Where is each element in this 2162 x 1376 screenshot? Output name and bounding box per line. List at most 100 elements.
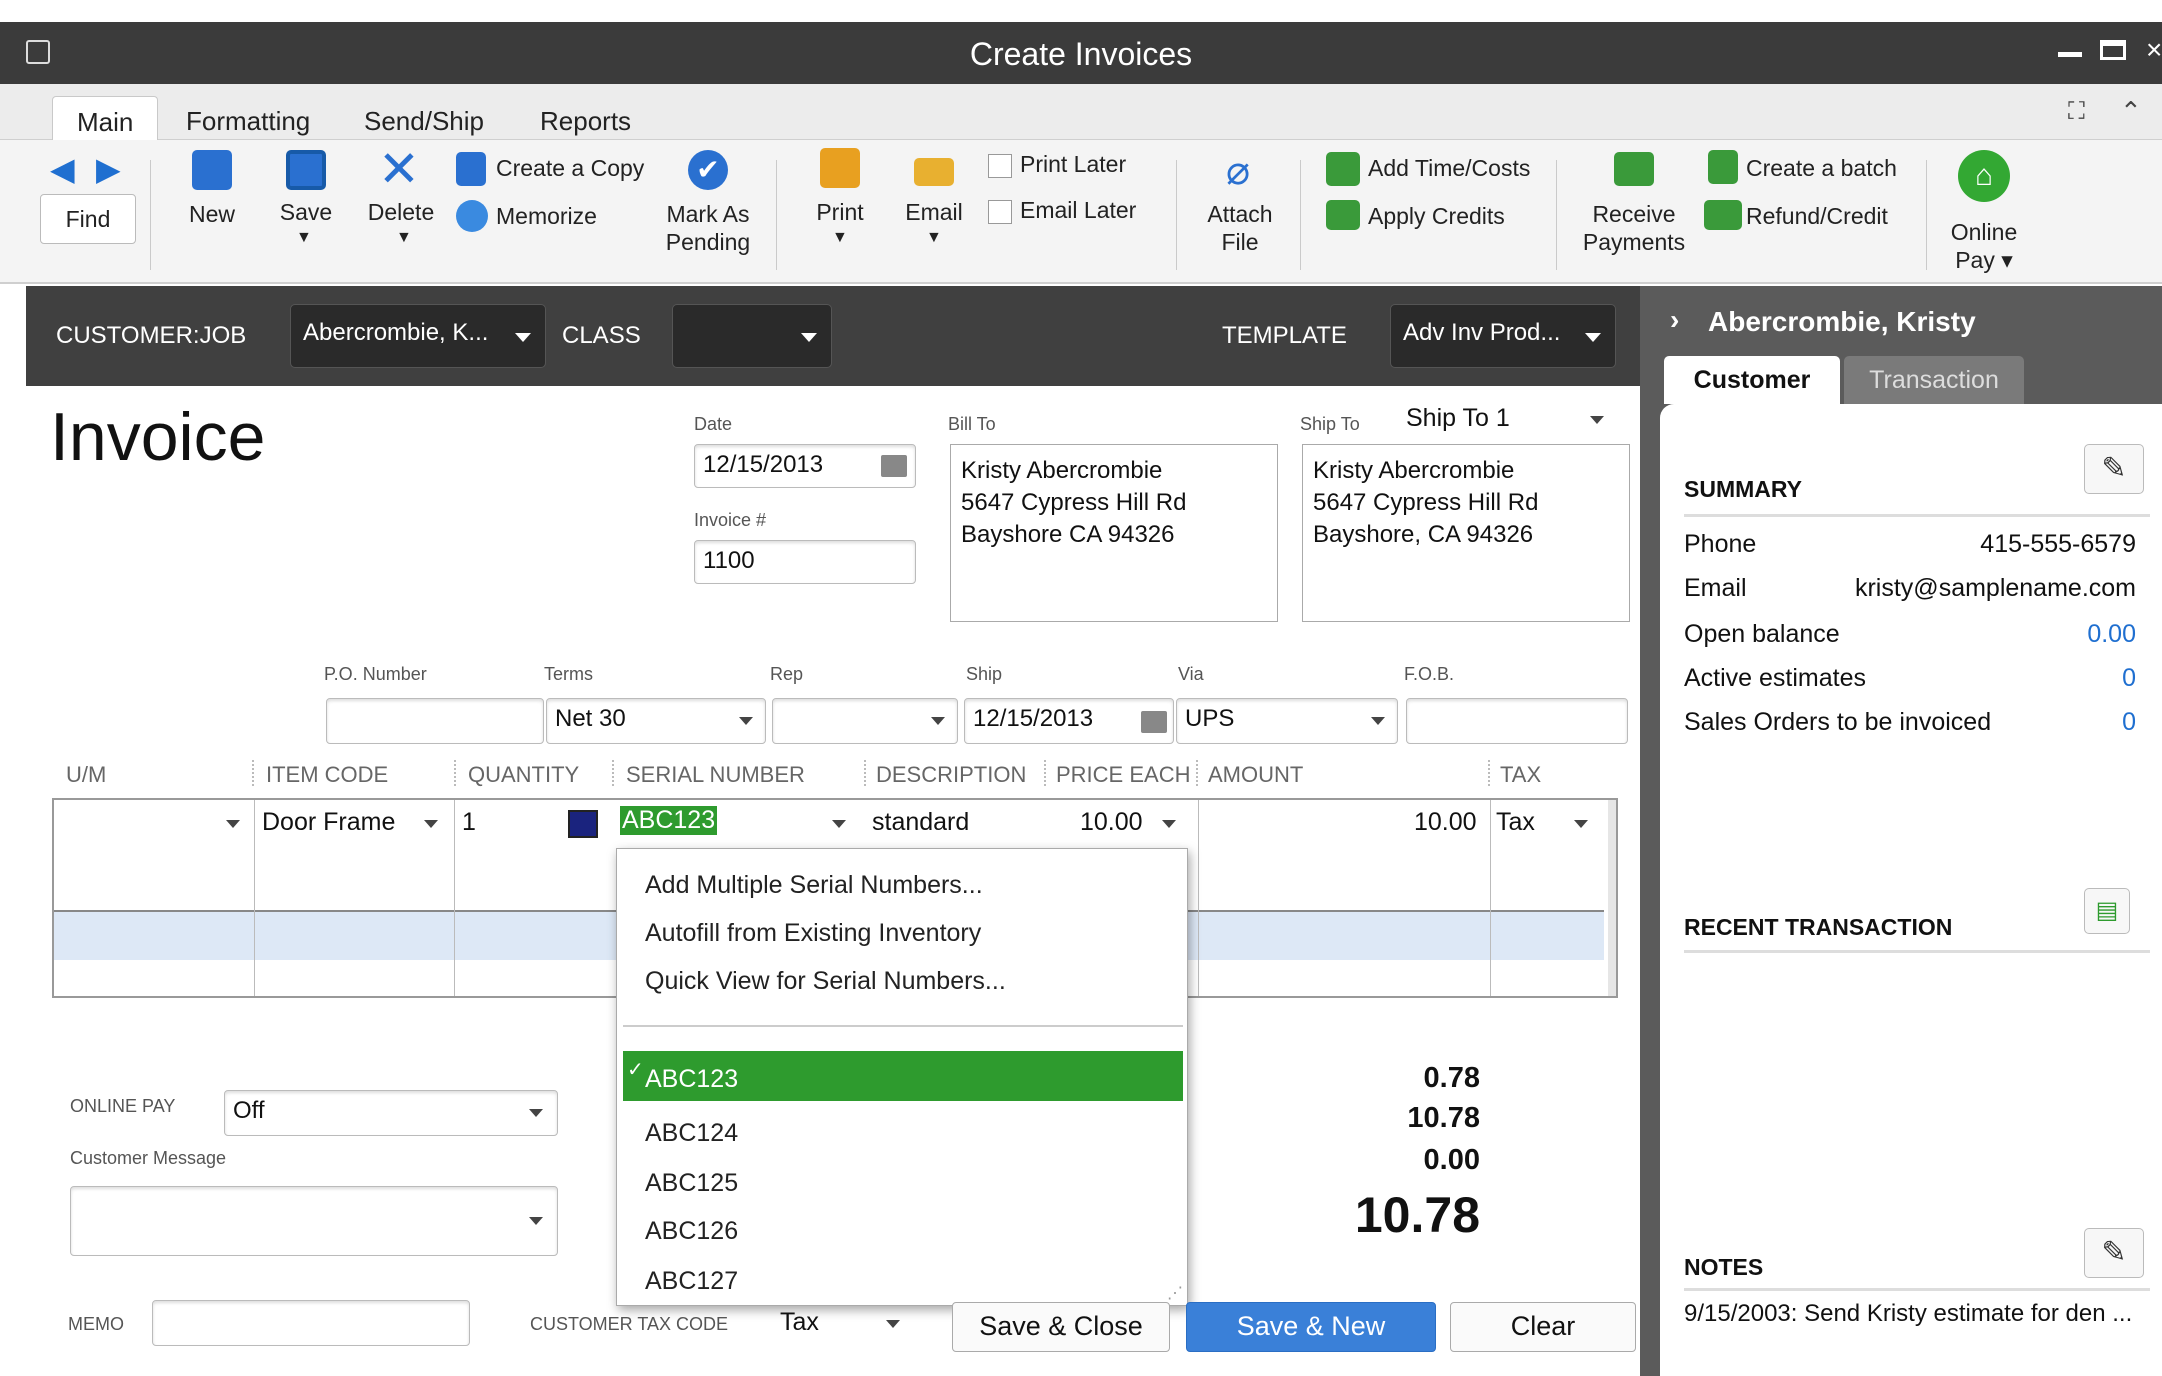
serial-option[interactable]: ABC127 [645, 1267, 738, 1296]
menu-item-autofill-inventory[interactable]: Autofill from Existing Inventory [645, 919, 981, 948]
active-estimates-link[interactable]: 0 [2122, 664, 2136, 693]
summary-label: Sales Orders to be invoiced [1684, 708, 1992, 736]
summary-row-active-estimates: Active estimates 0 [1684, 664, 2150, 693]
summary-label: Open balance [1684, 620, 1840, 648]
serial-option[interactable]: ABC124 [645, 1119, 738, 1148]
print-button[interactable]: Print [800, 198, 880, 226]
back-arrow-icon[interactable]: ◀ [50, 150, 75, 188]
serial-option[interactable]: ABC126 [645, 1217, 738, 1246]
customer-job-dropdown[interactable]: Abercrombie, K... [290, 304, 546, 368]
online-pay-button[interactable]: Online Pay ▾ [1934, 218, 2034, 274]
summary-row-phone: Phone 415-555-6579 [1684, 530, 2150, 559]
edit-pencil-icon[interactable]: ✎ [2084, 444, 2144, 494]
top-frame [0, 0, 2162, 22]
apply-credits-button[interactable]: Apply Credits [1368, 202, 1505, 230]
item-dropdown-icon[interactable] [424, 820, 438, 828]
serial-option[interactable]: ABC125 [645, 1169, 738, 1198]
open-balance-link[interactable]: 0.00 [2087, 620, 2136, 649]
add-time-costs-button[interactable]: Add Time/Costs [1368, 154, 1530, 182]
online-pay-dropdown[interactable]: Off [224, 1090, 558, 1136]
ship-date-field[interactable]: 12/15/2013 [964, 698, 1174, 744]
via-dropdown[interactable]: UPS [1176, 698, 1398, 744]
um-dropdown-icon[interactable] [226, 820, 240, 828]
save-button[interactable]: Save [266, 198, 346, 226]
amount-cell[interactable]: 10.00 [1414, 808, 1477, 837]
table-scrollbar[interactable] [1608, 800, 1616, 996]
attach-file-button[interactable]: Attach File [1180, 200, 1300, 256]
tab-formatting[interactable]: Formatting [162, 96, 334, 140]
mark-as-pending-button[interactable]: Mark As Pending [656, 200, 760, 256]
pending-label: Pending [665, 229, 751, 255]
save-new-button[interactable]: Save & New [1186, 1302, 1436, 1352]
edit-notes-icon[interactable]: ✎ [2084, 1228, 2144, 1278]
price-dropdown-icon[interactable] [1162, 820, 1176, 828]
date-field[interactable]: 12/15/2013 [694, 444, 916, 488]
find-button[interactable]: Find [40, 194, 136, 244]
tab-reports[interactable]: Reports [516, 96, 655, 140]
template-value: Adv Inv Prod... [1403, 319, 1561, 346]
panel-expand-icon[interactable]: › [1670, 304, 1679, 336]
serial-number-cell[interactable]: ABC123 [620, 806, 718, 835]
terms-dropdown[interactable]: Net 30 [546, 698, 766, 744]
memorize-button[interactable]: Memorize [496, 202, 597, 230]
tax-cell[interactable]: Tax [1496, 808, 1535, 837]
quantity-cell[interactable]: 1 [462, 808, 476, 837]
item-code-cell[interactable]: Door Frame [262, 808, 395, 837]
save-dropdown-icon[interactable]: ▼ [296, 224, 312, 252]
clear-button[interactable]: Clear [1450, 1302, 1636, 1352]
resize-grip-icon[interactable]: ⋰ [1167, 1283, 1183, 1303]
panel-tab-customer[interactable]: Customer [1664, 356, 1840, 404]
customer-message-dropdown[interactable] [70, 1186, 558, 1256]
memorize-icon [456, 200, 488, 232]
delete-dropdown-icon[interactable]: ▼ [396, 224, 412, 252]
tax-dropdown-icon[interactable] [1574, 820, 1588, 828]
refund-credit-button[interactable]: Refund/Credit [1746, 202, 1888, 230]
serial-lookup-icon[interactable] [568, 810, 598, 838]
bill-to-address[interactable]: Kristy Abercrombie 5647 Cypress Hill Rd … [950, 444, 1278, 622]
collapse-ribbon-icon[interactable]: ⌃ [2120, 96, 2142, 127]
create-copy-button[interactable]: Create a Copy [496, 154, 644, 182]
quick-report-icon[interactable]: ▤ [2084, 888, 2130, 934]
create-batch-button[interactable]: Create a batch [1746, 154, 1897, 182]
price-each-cell[interactable]: 10.00 [1080, 808, 1143, 837]
close-icon[interactable]: × [2146, 34, 2162, 66]
memo-field[interactable] [152, 1300, 470, 1346]
new-button[interactable]: New [172, 200, 252, 228]
menu-item-add-multiple-serials[interactable]: Add Multiple Serial Numbers... [645, 871, 983, 900]
class-dropdown[interactable] [672, 304, 832, 368]
customer-tax-code-dropdown[interactable]: Tax [774, 1302, 910, 1346]
save-close-button[interactable]: Save & Close [952, 1302, 1170, 1352]
print-later-checkbox[interactable]: Print Later [988, 150, 1126, 178]
serial-option-selected[interactable]: ✓ ABC123 [623, 1051, 1183, 1101]
forward-arrow-icon[interactable]: ▶ [96, 150, 121, 188]
ship-date-value: 12/15/2013 [973, 705, 1094, 732]
email-later-checkbox[interactable]: Email Later [988, 196, 1136, 224]
menu-item-quick-view-serials[interactable]: Quick View for Serial Numbers... [645, 967, 1006, 996]
print-dropdown-icon[interactable]: ▼ [832, 224, 848, 252]
maximize-icon[interactable] [2100, 40, 2126, 60]
ship-to-address[interactable]: Kristy Abercrombie 5647 Cypress Hill Rd … [1302, 444, 1630, 622]
receive-payments-button[interactable]: Receive Payments [1574, 200, 1694, 256]
serial-dropdown-icon[interactable] [832, 820, 846, 828]
panel-tab-transaction[interactable]: Transaction [1844, 356, 2024, 404]
rep-dropdown[interactable] [772, 698, 958, 744]
chevron-down-icon [1585, 333, 1601, 342]
email-button[interactable]: Email [894, 198, 974, 226]
sales-orders-link[interactable]: 0 [2122, 708, 2136, 737]
tab-send-ship[interactable]: Send/Ship [340, 96, 508, 140]
ship-to-dropdown[interactable]: Ship To 1 [1398, 404, 1612, 440]
delete-button[interactable]: Delete [360, 198, 442, 226]
po-number-field[interactable] [326, 698, 544, 744]
invoice-number-field[interactable]: 1100 [694, 540, 916, 584]
tab-main[interactable]: Main [52, 96, 159, 140]
minimize-icon[interactable] [2058, 52, 2082, 57]
description-cell[interactable]: standard [872, 808, 969, 837]
chevron-down-icon [1371, 717, 1385, 725]
chevron-down-icon [529, 1217, 543, 1225]
calendar-icon[interactable] [881, 455, 907, 477]
template-dropdown[interactable]: Adv Inv Prod... [1390, 304, 1616, 368]
email-dropdown-icon[interactable]: ▼ [926, 224, 942, 252]
fob-field[interactable] [1406, 698, 1628, 744]
expand-icon[interactable]: ⛶ [2068, 98, 2085, 126]
calendar-icon[interactable] [1141, 711, 1167, 733]
